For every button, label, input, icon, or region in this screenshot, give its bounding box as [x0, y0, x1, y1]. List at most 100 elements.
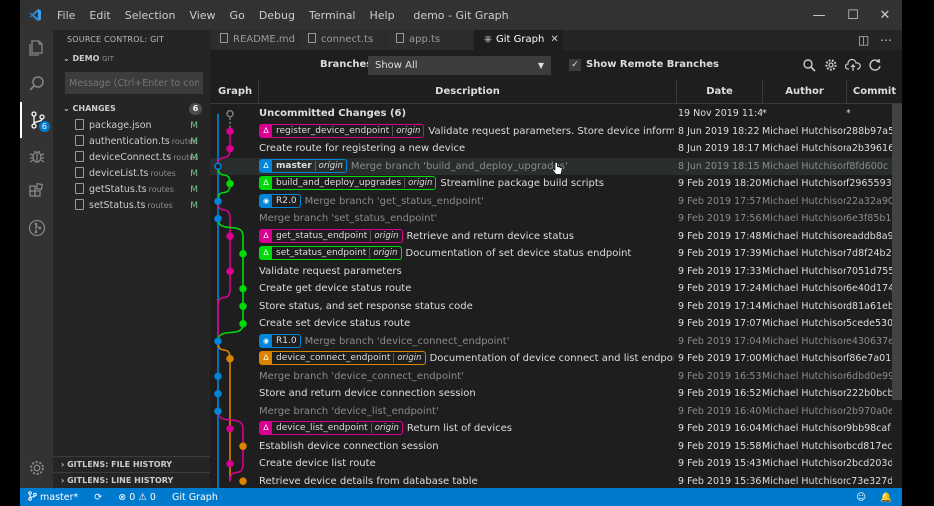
- commit-row[interactable]: Create route for registering a new devic…: [210, 140, 902, 158]
- commit-node[interactable]: [239, 250, 247, 258]
- gitlens-file-history-panel[interactable]: › GITLENS: FILE HISTORY: [53, 456, 210, 472]
- commit-node[interactable]: [226, 425, 234, 433]
- branches-dropdown[interactable]: Show All ▼: [368, 56, 551, 75]
- column-header-commit[interactable]: Commit: [846, 80, 902, 104]
- menu-item-debug[interactable]: Debug: [252, 9, 302, 22]
- commit-row[interactable]: Store and return device connection sessi…: [210, 385, 902, 403]
- tab-readme-md[interactable]: README.md: [210, 30, 298, 50]
- commit-node[interactable]: [226, 355, 234, 363]
- commit-node[interactable]: [239, 320, 247, 328]
- minimize-icon[interactable]: —: [802, 0, 836, 30]
- commit-node[interactable]: [214, 390, 222, 398]
- commit-row[interactable]: Merge branch 'device_connect_endpoint' 9 …: [210, 368, 902, 386]
- commit-node[interactable]: [226, 110, 234, 118]
- column-header-graph[interactable]: Graph: [210, 80, 258, 104]
- commit-row[interactable]: Retrieve device details from database ta…: [210, 473, 902, 489]
- branch-ref[interactable]: ᐃ get_status_endpoint origin: [259, 228, 403, 243]
- changed-file-item[interactable]: authentication.ts routes M: [53, 134, 210, 150]
- vertical-scrollbar[interactable]: [892, 104, 902, 488]
- changed-file-item[interactable]: package.json M: [53, 118, 210, 134]
- commit-node[interactable]: [239, 285, 247, 293]
- maximize-icon[interactable]: ☐: [836, 0, 870, 30]
- commit-row[interactable]: ᐃ build_and_deploy_upgrades origin Streamli…: [210, 175, 902, 193]
- commit-row[interactable]: ◉ R1.0 Merge branch 'device_connect_endpoi…: [210, 333, 902, 351]
- commit-row[interactable]: ᐃ register_device_endpoint origin Validate …: [210, 123, 902, 141]
- menu-item-view[interactable]: View: [182, 9, 222, 22]
- commit-row[interactable]: Create device list route 9 Feb 2019 15:43…: [210, 455, 902, 473]
- branch-ref[interactable]: ᐃ device_list_endpoint origin: [259, 421, 403, 435]
- commit-node[interactable]: [226, 267, 234, 275]
- commit-row[interactable]: ᐃ device_connect_endpoint origin Documentat…: [210, 350, 902, 368]
- commit-node[interactable]: [239, 302, 247, 310]
- sync-icon[interactable]: ⟳: [86, 492, 110, 503]
- commit-node[interactable]: [214, 407, 222, 415]
- gitlens-line-history-panel[interactable]: › GITLENS: LINE HISTORY: [53, 472, 210, 488]
- commit-row[interactable]: Uncommitted Changes (6) 19 Nov 2019 11:43…: [210, 105, 902, 123]
- commit-node[interactable]: [226, 232, 234, 240]
- branch-ref[interactable]: ᐃ set_status_endpoint origin: [259, 246, 402, 260]
- menu-item-go[interactable]: Go: [223, 9, 252, 22]
- column-header-description[interactable]: Description: [258, 80, 676, 104]
- branch-ref[interactable]: ᐃ device_connect_endpoint origin: [259, 351, 426, 365]
- commit-node[interactable]: [214, 162, 222, 170]
- changes-group-header[interactable]: ⌄ CHANGES 6: [53, 100, 210, 118]
- extensions-icon[interactable]: [20, 174, 53, 210]
- find-icon[interactable]: [800, 56, 818, 74]
- refresh-icon[interactable]: [866, 56, 884, 74]
- column-header-author[interactable]: Author: [762, 80, 846, 104]
- commit-node[interactable]: [226, 127, 234, 135]
- column-header-date[interactable]: Date: [676, 80, 762, 104]
- fetch-cloud-icon[interactable]: [844, 56, 862, 74]
- tag-ref[interactable]: ◉ R1.0: [259, 333, 301, 348]
- branch-status[interactable]: master*: [20, 491, 86, 503]
- commit-row[interactable]: Create set device status route 9 Feb 2019…: [210, 315, 902, 333]
- commit-node[interactable]: [226, 180, 234, 188]
- close-icon[interactable]: ✕: [868, 0, 902, 30]
- menu-item-selection[interactable]: Selection: [118, 9, 183, 22]
- notifications-bell-icon[interactable]: 🔔: [872, 492, 900, 503]
- tag-ref[interactable]: ◉ R2.0: [259, 193, 301, 208]
- menu-item-edit[interactable]: Edit: [82, 9, 117, 22]
- commit-row[interactable]: Validate request parameters 9 Feb 2019 17…: [210, 263, 902, 281]
- tab-connect-ts[interactable]: connect.ts: [298, 30, 386, 50]
- tab-app-ts[interactable]: app.ts: [386, 30, 474, 50]
- changed-file-item[interactable]: deviceConnect.ts routes M: [53, 150, 210, 166]
- commit-node[interactable]: [226, 145, 234, 153]
- branch-ref[interactable]: ᐃ master origin: [259, 158, 347, 173]
- problems-status[interactable]: ⊗ 0 ⚠ 0: [110, 492, 164, 503]
- settings-icon[interactable]: [822, 56, 840, 74]
- commit-row[interactable]: Create get device status route 9 Feb 2019…: [210, 280, 902, 298]
- commit-node[interactable]: [239, 442, 247, 450]
- commit-node[interactable]: [226, 460, 234, 468]
- commit-message-input[interactable]: [65, 72, 203, 94]
- feedback-smiley-icon[interactable]: ☺: [848, 492, 874, 503]
- show-remote-branches-checkbox[interactable]: ✓: [569, 59, 581, 71]
- source-control-icon[interactable]: 6: [20, 102, 53, 138]
- branch-ref[interactable]: ᐃ register_device_endpoint origin: [259, 123, 425, 138]
- debug-icon[interactable]: [20, 138, 53, 174]
- menu-item-terminal[interactable]: Terminal: [302, 9, 363, 22]
- changed-file-item[interactable]: setStatus.ts routes M: [53, 198, 210, 214]
- search-icon[interactable]: [20, 66, 53, 102]
- split-editor-icon[interactable]: ◫: [858, 30, 869, 50]
- git-graph-icon[interactable]: [20, 210, 53, 246]
- repo-header[interactable]: ⌄ DEMO GIT: [53, 50, 210, 68]
- commit-row[interactable]: ◉ R2.0 Merge branch 'get_status_endpoint' 9…: [210, 193, 902, 211]
- branch-ref[interactable]: ᐃ build_and_deploy_upgrades origin: [259, 176, 437, 190]
- more-actions-icon[interactable]: ⋯: [880, 30, 892, 50]
- commit-row[interactable]: ᐃ device_list_endpoint origin Return list o…: [210, 420, 902, 438]
- commit-node[interactable]: [214, 372, 222, 380]
- commit-node[interactable]: [239, 477, 247, 485]
- close-tab-icon[interactable]: ✕: [550, 34, 558, 45]
- menu-item-help[interactable]: Help: [363, 9, 402, 22]
- explorer-icon[interactable]: [20, 30, 53, 66]
- commit-row[interactable]: Store status, and set response status co…: [210, 298, 902, 316]
- git-graph-status-item[interactable]: Git Graph: [164, 492, 226, 503]
- commit-row[interactable]: Establish device connection session 9 Feb…: [210, 438, 902, 456]
- menu-item-file[interactable]: File: [50, 9, 82, 22]
- changed-file-item[interactable]: getStatus.ts routes M: [53, 182, 210, 198]
- commit-node[interactable]: [214, 215, 222, 223]
- scrollbar-thumb[interactable]: [892, 104, 902, 400]
- commit-row[interactable]: ᐃ get_status_endpoint origin Retrieve and r…: [210, 228, 902, 246]
- settings-gear-icon[interactable]: [20, 450, 53, 486]
